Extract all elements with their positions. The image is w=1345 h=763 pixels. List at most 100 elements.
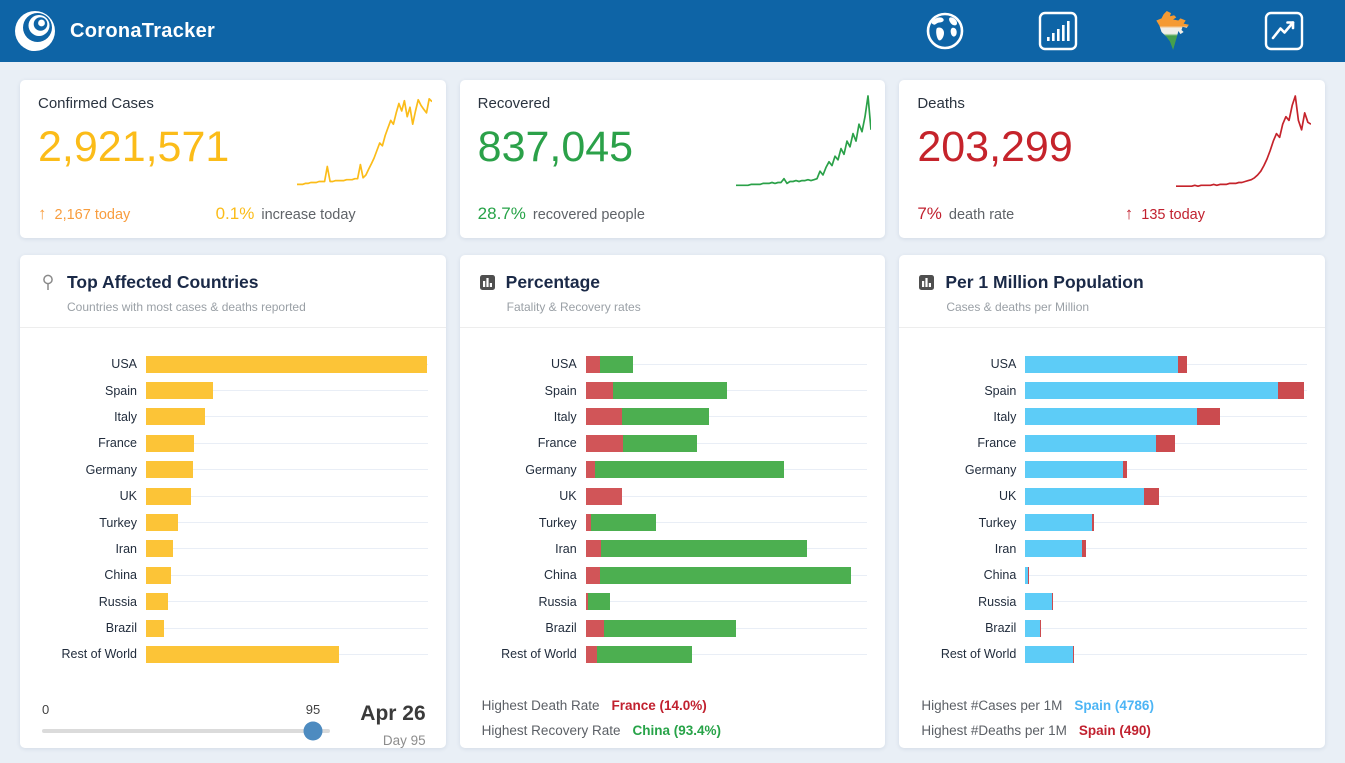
bar-segment <box>146 356 427 373</box>
bar-track <box>146 435 428 452</box>
bar-segment <box>146 514 178 531</box>
row-label: Iran <box>30 542 146 556</box>
chart-row: USA <box>30 351 428 377</box>
bar-track <box>146 514 428 531</box>
chart-row: Iran <box>470 536 868 562</box>
bar-segment <box>1025 382 1277 399</box>
bar-track <box>586 488 868 505</box>
chart-row: China <box>470 562 868 588</box>
gridline <box>146 601 428 602</box>
chart-title: Top Affected Countries <box>67 272 259 293</box>
row-label: Spain <box>30 384 146 398</box>
row-label: China <box>30 568 146 582</box>
bar-segment <box>591 514 656 531</box>
app-title: CoronaTracker <box>70 20 215 43</box>
top-affected-bar-chart: USASpainItalyFranceGermanyUKTurkeyIranCh… <box>20 328 446 686</box>
bar-track <box>146 461 428 478</box>
row-label: Brazil <box>30 621 146 635</box>
bar-segment <box>146 382 213 399</box>
chart-row: Turkey <box>470 509 868 535</box>
chart-row: Germany <box>909 457 1307 483</box>
bar-segment <box>1123 461 1127 478</box>
bar-track <box>1025 435 1307 452</box>
bar-segment <box>146 567 171 584</box>
up-arrow-icon: ↑ <box>38 204 47 224</box>
chart-row: Russia <box>30 589 428 615</box>
bar-segment <box>586 408 622 425</box>
gridline <box>1025 575 1307 576</box>
chart-row: Germany <box>30 457 428 483</box>
chart-row: France <box>470 430 868 456</box>
bar-segment <box>146 620 164 637</box>
row-label: Rest of World <box>470 647 586 661</box>
highest-recovery-rate-line: Highest Recovery Rate China (93.4%) <box>482 723 866 738</box>
bar-segment <box>1092 514 1094 531</box>
row-label: Turkey <box>909 516 1025 530</box>
percentage-card: Percentage Fatality & Recovery rates USA… <box>460 255 886 748</box>
deaths-card: Deaths 203,299 7%death rate ↑ 135 today <box>899 80 1325 238</box>
chart-row: Rest of World <box>909 641 1307 667</box>
chart-row: Italy <box>909 404 1307 430</box>
deaths-today-delta: ↑ 135 today <box>1125 204 1205 224</box>
bar-track <box>146 356 428 373</box>
chart-subtitle: Countries with most cases & deaths repor… <box>67 300 428 314</box>
bar-segment <box>146 408 205 425</box>
bar-chart-icon[interactable] <box>1035 8 1081 54</box>
slider-thumb[interactable] <box>303 722 322 741</box>
bar-segment <box>613 382 727 399</box>
chart-row: Rest of World <box>30 641 428 667</box>
row-label: Turkey <box>470 516 586 530</box>
chart-row: UK <box>30 483 428 509</box>
bar-segment <box>1178 356 1187 373</box>
gridline <box>1025 601 1307 602</box>
confirmed-increase: 0.1%increase today <box>216 204 356 224</box>
bar-segment <box>1025 593 1051 610</box>
bar-segment <box>1197 408 1220 425</box>
row-label: Germany <box>30 463 146 477</box>
bar-segment <box>146 461 193 478</box>
bar-segment <box>146 435 194 452</box>
highest-deaths-per-1m-line: Highest #Deaths per 1M Spain (490) <box>921 723 1305 738</box>
bar-track <box>146 488 428 505</box>
bar-segment <box>146 646 339 663</box>
bar-track <box>1025 461 1307 478</box>
row-label: Spain <box>909 384 1025 398</box>
bar-track <box>1025 567 1307 584</box>
brand-home-link[interactable]: CoronaTracker <box>14 10 215 52</box>
bar-track <box>586 408 868 425</box>
bar-track <box>146 382 428 399</box>
globe-icon[interactable] <box>922 8 968 54</box>
row-label: Spain <box>470 384 586 398</box>
bar-track <box>586 514 868 531</box>
india-map-icon[interactable] <box>1148 8 1194 54</box>
highest-cases-per-1m-line: Highest #Cases per 1M Spain (4786) <box>921 698 1305 713</box>
chart-row: Italy <box>470 404 868 430</box>
bar-segment <box>146 540 173 557</box>
bar-segment <box>586 567 601 584</box>
chart-row: Turkey <box>909 509 1307 535</box>
bar-track <box>1025 408 1307 425</box>
chart-row: UK <box>470 483 868 509</box>
per-million-stacked-bar-chart: USASpainItalyFranceGermanyUKTurkeyIranCh… <box>899 328 1325 678</box>
row-label: Germany <box>909 463 1025 477</box>
row-label: USA <box>470 357 586 371</box>
bar-segment <box>1082 540 1086 557</box>
gridline <box>146 548 428 549</box>
gridline <box>586 496 868 497</box>
bar-track <box>1025 514 1307 531</box>
bar-segment <box>1040 620 1041 637</box>
trend-chart-icon[interactable] <box>1261 8 1307 54</box>
poll-chart-icon <box>919 275 934 290</box>
bar-track <box>586 593 868 610</box>
row-label: Brazil <box>909 621 1025 635</box>
chart-row: Brazil <box>909 615 1307 641</box>
recovered-sparkline <box>736 90 871 194</box>
bar-segment <box>1025 356 1177 373</box>
slider-track[interactable] <box>42 729 330 733</box>
bar-track <box>586 382 868 399</box>
bar-track <box>146 593 428 610</box>
bar-segment <box>586 620 604 637</box>
row-label: Brazil <box>470 621 586 635</box>
bar-segment <box>600 356 633 373</box>
bar-track <box>146 540 428 557</box>
